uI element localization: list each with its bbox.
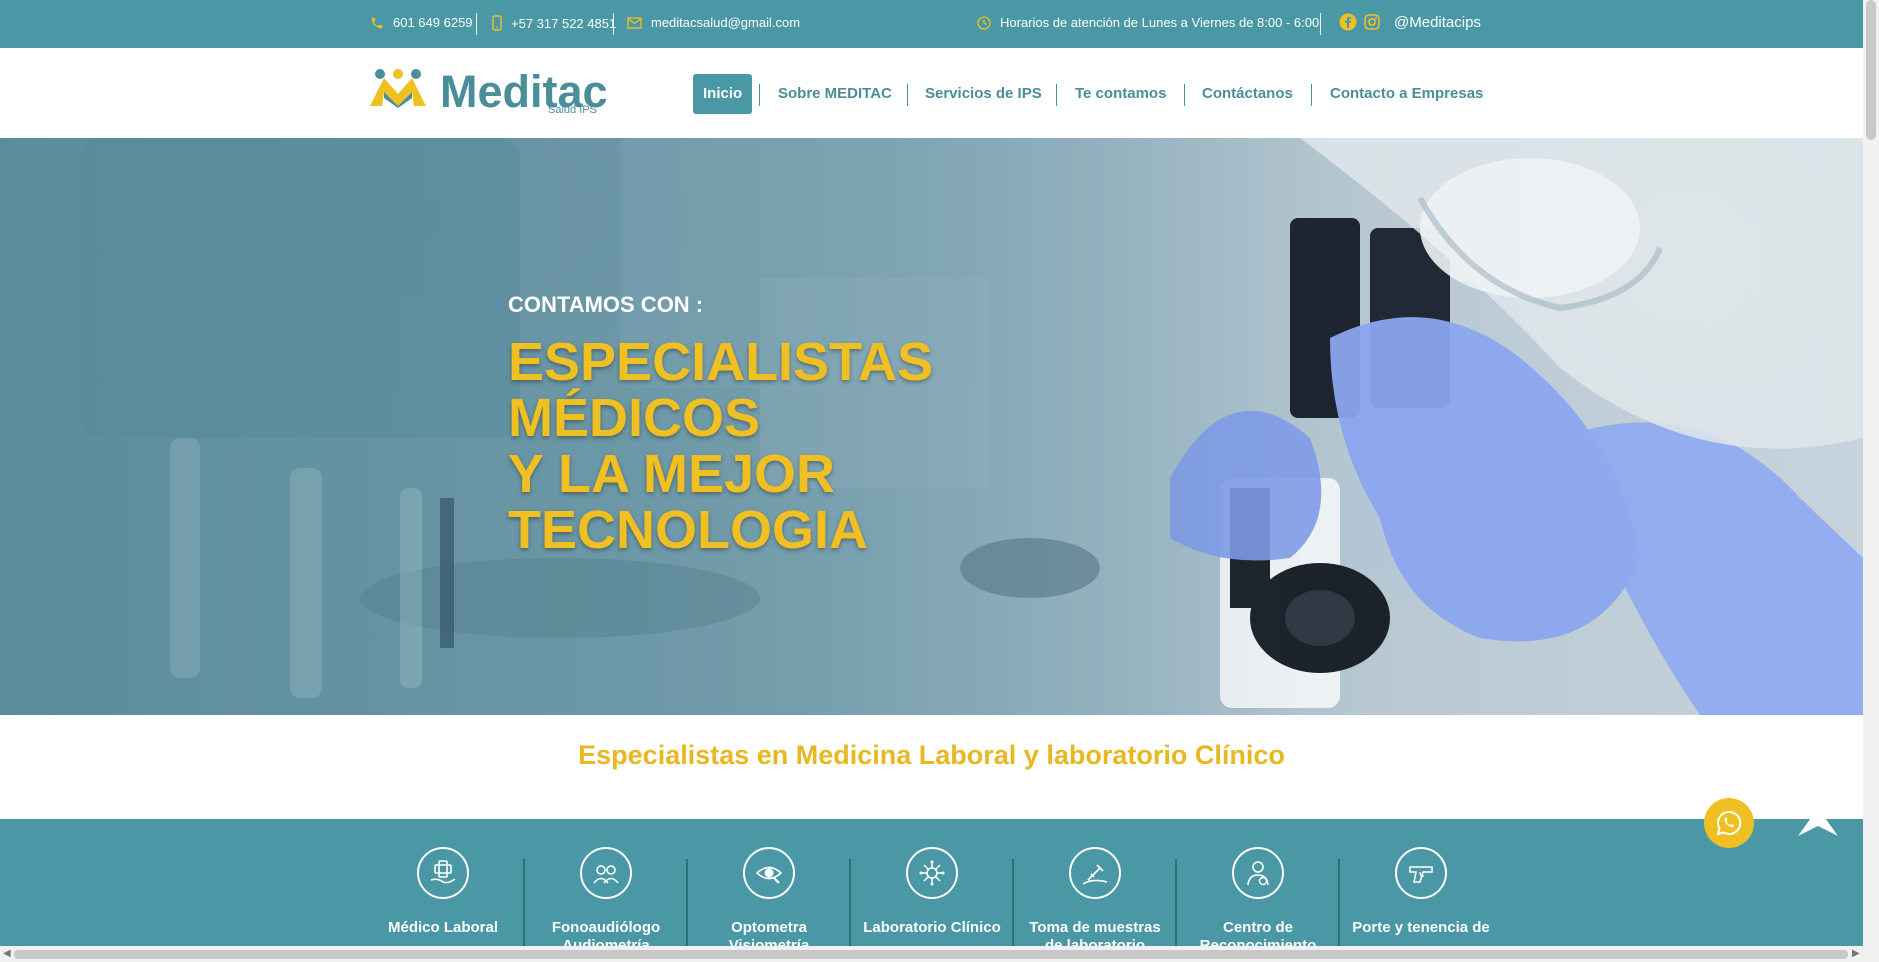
eye-search-icon: [743, 847, 795, 899]
service-porte-armas[interactable]: Porte y tenencia de: [1346, 847, 1496, 937]
nav-contactanos[interactable]: Contáctanos: [1202, 74, 1293, 114]
nav-divider: [1311, 84, 1312, 106]
whatsapp-icon: [1716, 810, 1742, 836]
people-talk-icon: [580, 847, 632, 899]
mobile-number: +57 317 522 4851: [511, 15, 617, 31]
page: 601 649 6259 +57 317 522 4851 meditacsal…: [0, 0, 1863, 946]
nav-divider: [1184, 84, 1185, 106]
hero-title: ESPECIALISTAS MÉDICOS Y LA MEJOR TECNOLO…: [508, 334, 1068, 558]
nav-divider: [907, 84, 908, 106]
email-contact[interactable]: meditacsalud@gmail.com: [627, 15, 800, 30]
mail-icon: [627, 16, 642, 29]
service-divider: [1338, 859, 1340, 946]
mobile-contact[interactable]: +57 317 522 4851: [492, 15, 616, 31]
service-label: Fonoaudiólogo Audiometría: [551, 919, 661, 946]
divider: [476, 13, 477, 35]
service-fonoaudiologo[interactable]: Fonoaudiólogo Audiometría: [531, 847, 681, 946]
nav-te-contamos[interactable]: Te contamos: [1075, 74, 1166, 114]
services-strip: Médico Laboral Fonoaudiólogo Audiometría…: [0, 819, 1863, 946]
phone-icon: [370, 16, 384, 30]
vertical-scrollbar[interactable]: [1863, 0, 1879, 946]
service-divider: [1175, 859, 1177, 946]
service-medico-laboral[interactable]: Médico Laboral: [368, 847, 518, 937]
service-divider: [849, 859, 851, 946]
hero-title-line: Y LA MEJOR: [508, 444, 836, 504]
service-label: Laboratorio Clínico: [863, 919, 1001, 936]
logo-mark-icon: [370, 69, 426, 108]
social-links: [1339, 13, 1381, 36]
service-divider: [1012, 859, 1014, 946]
service-laboratorio[interactable]: Laboratorio Clínico: [857, 847, 1007, 937]
hours-info: Horarios de atención de Lunes a Viernes …: [977, 15, 1319, 30]
nav-divider: [759, 84, 760, 106]
hero-title-line: TECNOLOGIA: [508, 500, 868, 560]
email-address: meditacsalud@gmail.com: [651, 15, 801, 30]
driver-person-icon: [1232, 847, 1284, 899]
back-to-top-button[interactable]: [1796, 802, 1840, 842]
service-divider: [686, 859, 688, 946]
service-label: Médico Laboral: [387, 919, 499, 936]
pistol-icon: [1395, 847, 1447, 899]
hero-banner: CONTAMOS CON : ESPECIALISTAS MÉDICOS Y L…: [0, 138, 1863, 715]
hero-pretitle: CONTAMOS CON :: [508, 292, 704, 317]
hero-title-line: MÉDICOS: [508, 388, 761, 448]
nav-contacto-empresas[interactable]: Contacto a Empresas: [1330, 74, 1483, 114]
meditac-logo[interactable]: Meditac Salud IPS: [368, 66, 608, 122]
vertical-scroll-thumb[interactable]: [1866, 0, 1876, 140]
section-tagline: Especialistas en Medicina Laboral y labo…: [578, 740, 1285, 770]
service-centro-reconocimiento[interactable]: Centro de Reconocimiento: [1183, 847, 1333, 946]
virus-icon: [906, 847, 958, 899]
hero-title-line: ESPECIALISTAS: [508, 332, 934, 392]
social-handle[interactable]: @Meditacips: [1394, 14, 1481, 31]
phone-number: 601 649 6259: [393, 15, 473, 30]
nav-inicio[interactable]: Inicio: [693, 74, 753, 114]
service-label: Porte y tenencia de: [1352, 919, 1490, 936]
service-label: Centro de Reconocimiento: [1199, 919, 1317, 946]
whatsapp-button[interactable]: [1704, 798, 1754, 848]
service-divider: [523, 859, 525, 946]
clock-icon: [977, 15, 991, 30]
mobile-icon: [492, 15, 502, 31]
syringe-hand-icon: [1069, 847, 1121, 899]
facebook-icon[interactable]: [1339, 13, 1357, 36]
nav-sobre-meditac[interactable]: Sobre MEDITAC: [778, 74, 892, 114]
service-toma-muestras[interactable]: Toma de muestras de laboratorio: [1020, 847, 1170, 946]
service-label: Toma de muestras de laboratorio: [1029, 919, 1161, 946]
divider: [613, 13, 614, 35]
scroll-right-icon[interactable]: ▶: [1852, 948, 1860, 959]
phone-contact[interactable]: 601 649 6259: [370, 15, 473, 30]
horizontal-scroll-thumb[interactable]: [14, 950, 1848, 959]
service-optometra[interactable]: Optometra Visiometría: [694, 847, 844, 946]
nav-divider: [1056, 84, 1057, 106]
scroll-left-icon[interactable]: ◀: [3, 948, 11, 959]
logo-subtitle: Salud IPS: [548, 104, 597, 116]
hand-cross-icon: [417, 847, 469, 899]
top-bar: 601 649 6259 +57 317 522 4851 meditacsal…: [0, 0, 1863, 48]
hours-text: Horarios de atención de Lunes a Viernes …: [1000, 15, 1320, 30]
instagram-icon[interactable]: [1363, 13, 1381, 36]
divider: [1320, 13, 1321, 35]
arrow-up-icon: [1798, 808, 1838, 836]
service-label: Optometra Visiometría: [728, 919, 810, 946]
nav-servicios[interactable]: Servicios de IPS: [925, 74, 1042, 114]
